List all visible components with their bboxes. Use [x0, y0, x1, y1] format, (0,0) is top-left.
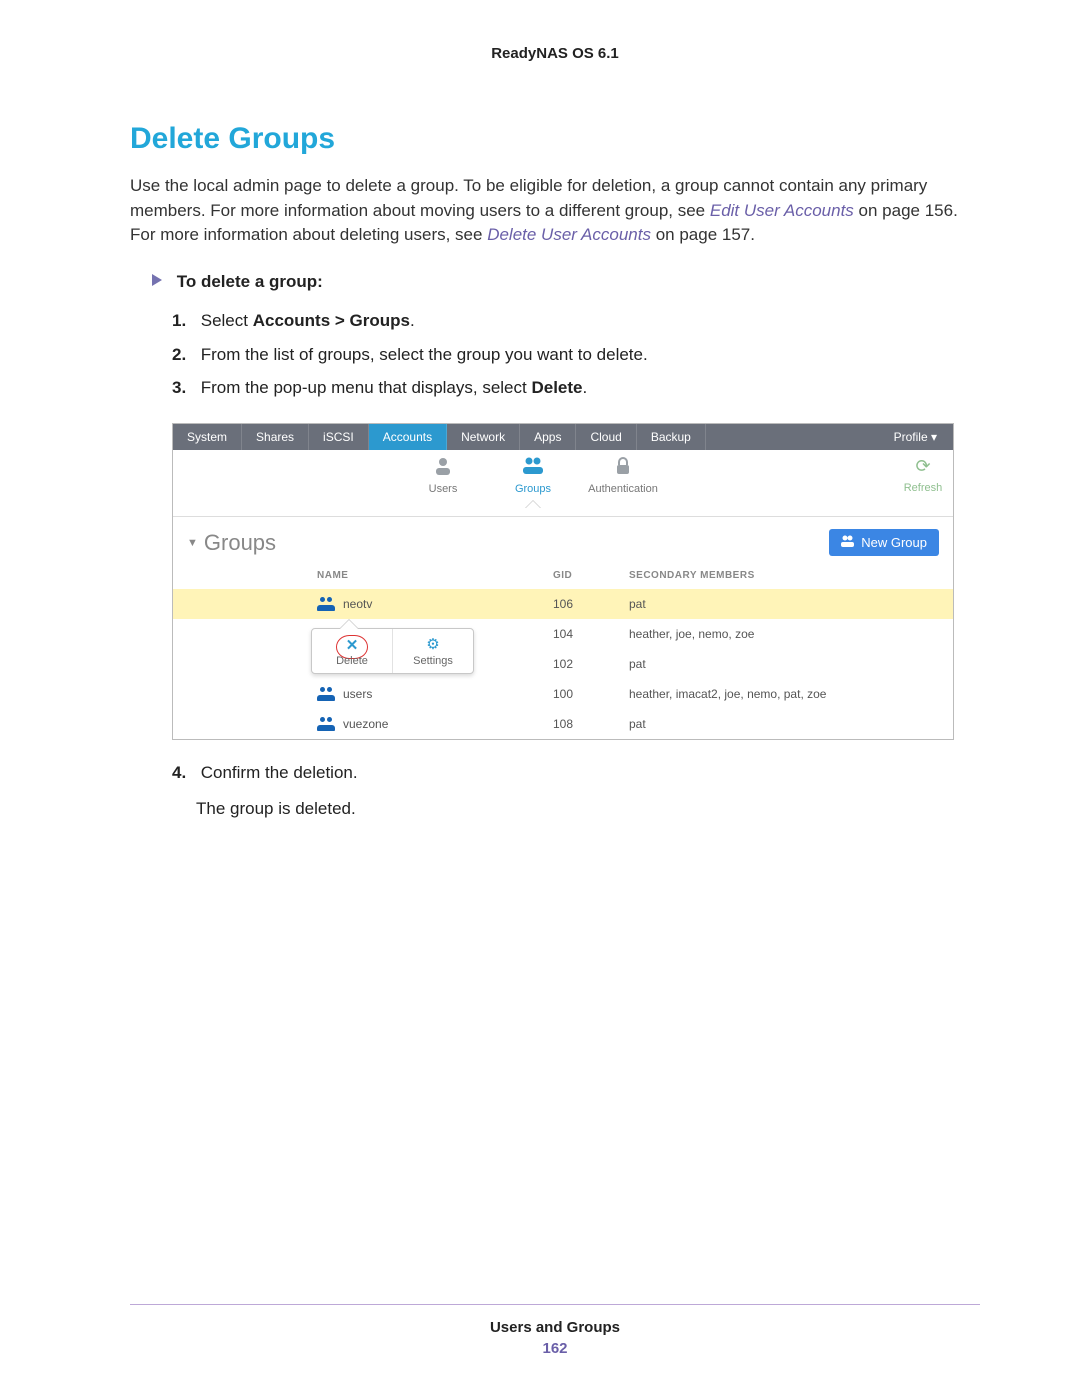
row-name: vuezone: [343, 717, 388, 731]
row-name: neotv: [343, 597, 372, 611]
nav-iscsi[interactable]: iSCSI: [309, 424, 369, 450]
footer-page: 162: [130, 1340, 980, 1357]
nav-shares[interactable]: Shares: [242, 424, 309, 450]
groups-title: Groups: [204, 530, 276, 556]
table-row[interactable]: vuezone 108 pat: [173, 709, 953, 739]
subnav-refresh-label: Refresh: [893, 482, 953, 494]
row-gid: 106: [545, 589, 621, 619]
step-number: 4.: [172, 758, 196, 788]
step-2-text: From the list of groups, select the grou…: [201, 345, 648, 364]
row-members: heather, joe, nemo, zoe: [621, 619, 953, 649]
row-members: heather, imacat2, joe, nemo, pat, zoe: [621, 679, 953, 709]
row-gid: 104: [545, 619, 621, 649]
subnav-auth-label: Authentication: [578, 483, 668, 495]
subnav-groups[interactable]: Groups: [488, 456, 578, 495]
step-2: 2. From the list of groups, select the g…: [172, 340, 980, 370]
row-gid: 102: [545, 649, 621, 679]
popup-settings-label: Settings: [413, 655, 453, 667]
subnav-refresh[interactable]: ⟳ Refresh: [893, 456, 953, 494]
step-1-bold: Accounts > Groups: [253, 311, 410, 330]
nav-accounts[interactable]: Accounts: [369, 424, 447, 450]
popup-delete-label: Delete: [336, 655, 368, 667]
nav-backup[interactable]: Backup: [637, 424, 706, 450]
row-members: pat: [621, 649, 953, 679]
step-1: 1. Select Accounts > Groups.: [172, 306, 980, 336]
group-plus-icon: [841, 535, 855, 550]
page-title: Delete Groups: [130, 122, 980, 156]
subnav-groups-label: Groups: [488, 483, 578, 495]
users-icon: [431, 456, 455, 478]
step-number: 3.: [172, 373, 196, 403]
popup-delete[interactable]: ✕ Delete: [312, 629, 392, 673]
step-4-text: Confirm the deletion.: [201, 763, 358, 782]
subnav-users-label: Users: [398, 483, 488, 495]
subnav-users[interactable]: Users: [398, 456, 488, 495]
step-1-text-a: Select: [201, 311, 253, 330]
nav-system[interactable]: System: [173, 424, 242, 450]
groups-table: NAME GID SECONDARY MEMBERS neotv 106 pat: [173, 564, 953, 739]
link-edit-user-accounts[interactable]: Edit User Accounts: [710, 201, 854, 220]
refresh-icon: ⟳: [911, 456, 935, 478]
group-icon: [317, 687, 335, 701]
step-1-text-c: .: [410, 311, 415, 330]
steps-list-continued: 4. Confirm the deletion. The group is de…: [172, 758, 980, 824]
footer: Users and Groups 162: [130, 1305, 980, 1357]
row-name: users: [343, 687, 372, 701]
top-nav: System Shares iSCSI Accounts Network App…: [173, 424, 953, 450]
table-row[interactable]: ✕ Delete ⚙ Settings 104 heather, joe: [173, 619, 953, 649]
nav-apps[interactable]: Apps: [520, 424, 576, 450]
step-4-result: The group is deleted.: [196, 794, 980, 824]
subnav-authentication[interactable]: Authentication: [578, 456, 668, 495]
admin-ui-screenshot: System Shares iSCSI Accounts Network App…: [172, 423, 954, 740]
intro-paragraph: Use the local admin page to delete a gro…: [130, 174, 980, 248]
gear-icon: ⚙: [397, 635, 469, 653]
step-3-bold: Delete: [531, 378, 582, 397]
groups-icon: [521, 456, 545, 478]
col-members: SECONDARY MEMBERS: [621, 564, 953, 589]
lock-icon: [611, 456, 635, 478]
table-row[interactable]: 102 pat: [173, 649, 953, 679]
procedure-heading-text: To delete a group:: [177, 272, 323, 291]
context-popup: ✕ Delete ⚙ Settings: [311, 628, 474, 674]
group-icon: [317, 597, 335, 611]
col-gid: GID: [545, 564, 621, 589]
groups-section-bar: ▼ Groups New Group: [173, 517, 953, 564]
nav-cloud[interactable]: Cloud: [576, 424, 636, 450]
procedure-heading: To delete a group:: [152, 272, 980, 292]
row-members: pat: [621, 589, 953, 619]
sub-nav: Users Groups Authentication ⟳ Refresh: [173, 450, 953, 517]
row-gid: 100: [545, 679, 621, 709]
step-3-text-c: .: [583, 378, 588, 397]
row-members: pat: [621, 709, 953, 739]
group-icon: [317, 717, 335, 731]
disclosure-icon[interactable]: ▼: [187, 537, 198, 549]
step-number: 1.: [172, 306, 196, 336]
steps-list: 1. Select Accounts > Groups. 2. From the…: [172, 306, 980, 403]
nav-profile[interactable]: Profile ▾: [878, 424, 953, 450]
col-name: NAME: [309, 564, 545, 589]
link-delete-user-accounts[interactable]: Delete User Accounts: [487, 225, 651, 244]
nav-network[interactable]: Network: [447, 424, 520, 450]
step-3: 3. From the pop-up menu that displays, s…: [172, 373, 980, 403]
table-row[interactable]: users 100 heather, imacat2, joe, nemo, p…: [173, 679, 953, 709]
new-group-button[interactable]: New Group: [829, 529, 939, 556]
step-number: 2.: [172, 340, 196, 370]
table-row[interactable]: neotv 106 pat: [173, 589, 953, 619]
triangle-bullet-icon: [152, 274, 162, 286]
footer-chapter: Users and Groups: [130, 1319, 980, 1336]
doc-header: ReadyNAS OS 6.1: [130, 45, 980, 62]
step-4: 4. Confirm the deletion. The group is de…: [172, 758, 980, 824]
new-group-label: New Group: [861, 535, 927, 550]
row-gid: 108: [545, 709, 621, 739]
step-3-text-a: From the pop-up menu that displays, sele…: [201, 378, 532, 397]
popup-settings[interactable]: ⚙ Settings: [392, 629, 473, 673]
intro-text-3: on page 157.: [656, 225, 755, 244]
